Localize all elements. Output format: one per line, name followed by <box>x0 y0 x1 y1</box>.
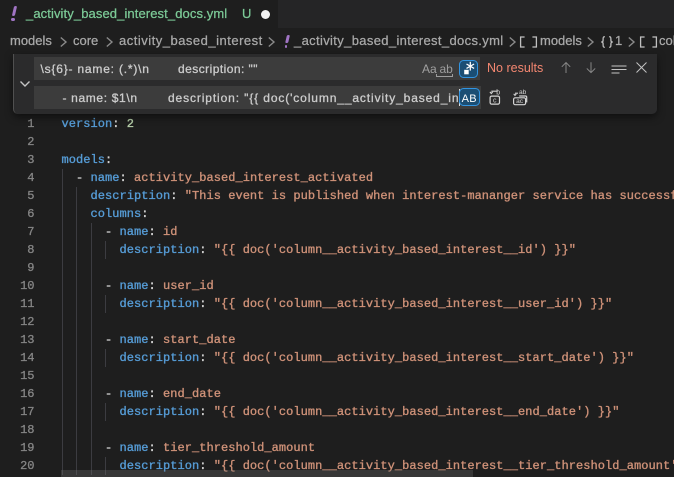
svg-text:c: c <box>493 97 497 104</box>
svg-text:ab: ab <box>519 89 527 96</box>
svg-text:ac: ac <box>516 98 524 105</box>
svg-text:b: b <box>496 89 500 96</box>
